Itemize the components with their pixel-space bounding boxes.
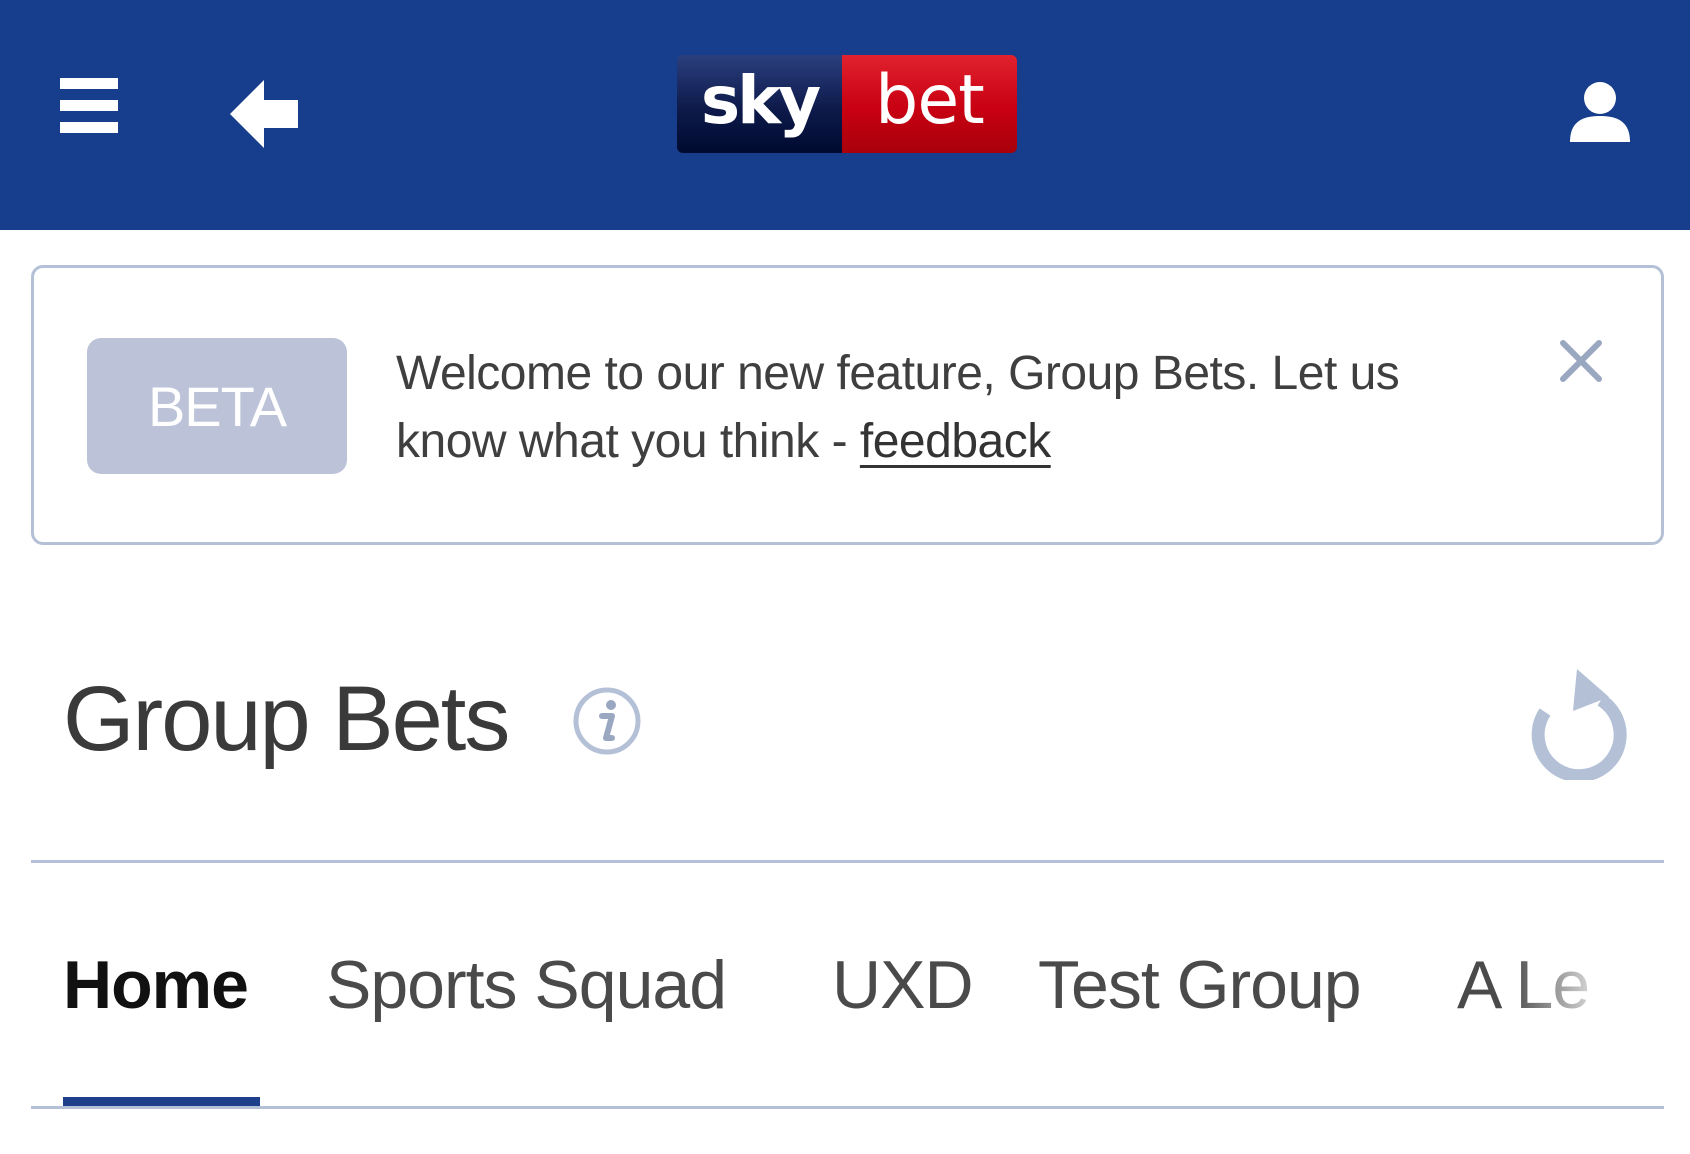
tab-sports-squad[interactable]: Sports Squad bbox=[326, 940, 727, 1030]
menu-icon[interactable] bbox=[48, 70, 132, 154]
title-divider bbox=[31, 860, 1664, 863]
skybet-logo[interactable]: sky bet bbox=[677, 55, 1017, 153]
page-title: Group Bets bbox=[63, 668, 510, 770]
back-arrow-icon[interactable] bbox=[222, 74, 306, 154]
tab-a-le[interactable]: A Le bbox=[1457, 940, 1590, 1030]
tab-test-group[interactable]: Test Group bbox=[1038, 940, 1362, 1030]
logo-bet-text: bet bbox=[842, 55, 1017, 153]
info-icon[interactable] bbox=[572, 686, 642, 756]
refresh-icon[interactable] bbox=[1525, 665, 1627, 783]
tab-home[interactable]: Home bbox=[63, 940, 249, 1030]
logo-sky-text: sky bbox=[677, 55, 842, 153]
close-icon[interactable] bbox=[1553, 333, 1613, 393]
user-icon[interactable] bbox=[1560, 74, 1640, 158]
feedback-link[interactable]: feedback bbox=[860, 415, 1051, 468]
beta-badge: BETA bbox=[87, 338, 347, 474]
beta-banner: BETA Welcome to our new feature, Group B… bbox=[31, 265, 1664, 545]
active-tab-indicator bbox=[63, 1097, 260, 1106]
tabs-divider bbox=[31, 1106, 1664, 1109]
app-header: sky bet bbox=[0, 0, 1690, 230]
group-tabs: Home Sports Squad UXD Test Group A Le bbox=[0, 940, 1690, 1030]
tab-uxd[interactable]: UXD bbox=[832, 940, 974, 1030]
banner-message: Welcome to our new feature, Group Bets. … bbox=[396, 340, 1436, 476]
